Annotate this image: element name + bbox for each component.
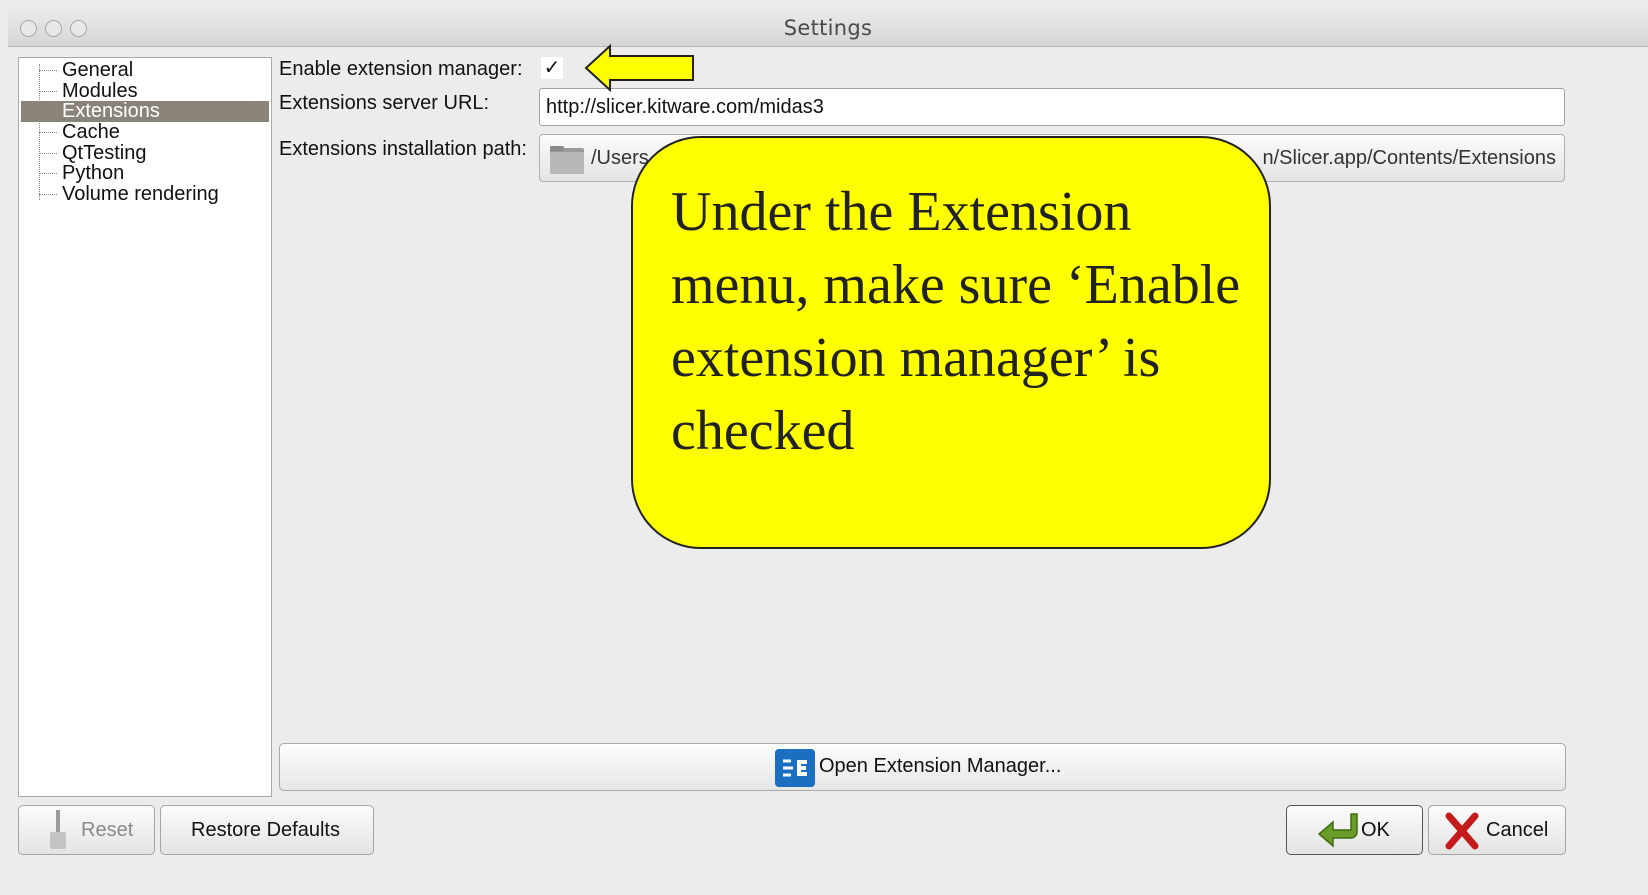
open-extension-manager-button[interactable]: Open Extension Manager... — [279, 743, 1566, 791]
enable-extension-manager-label: Enable extension manager: — [279, 58, 523, 80]
reset-button[interactable]: Reset — [18, 805, 155, 855]
sidebar-item-general[interactable]: General — [21, 60, 269, 81]
open-extension-manager-label: Open Extension Manager... — [819, 755, 1062, 777]
cancel-button[interactable]: Cancel — [1428, 805, 1566, 855]
brush-icon — [50, 810, 66, 849]
sidebar-item-python[interactable]: Python — [21, 163, 269, 184]
settings-window: Settings General Modules Extensions Cach… — [0, 0, 1648, 895]
extension-manager-icon — [775, 749, 815, 787]
restore-defaults-button[interactable]: Restore Defaults — [160, 805, 374, 855]
installation-path-start: /Users — [591, 147, 649, 169]
installation-path-end: n/Slicer.app/Contents/Extensions — [1262, 147, 1556, 169]
left-arrow-annotation-icon — [584, 44, 694, 92]
ok-button-label: OK — [1361, 819, 1390, 841]
instruction-callout: Under the Extension menu, make sure ‘Ena… — [631, 136, 1271, 549]
sidebar-item-label: General — [62, 59, 134, 81]
sidebar-item-label: QtTesting — [62, 142, 147, 164]
folder-icon — [550, 146, 584, 174]
ok-button[interactable]: OK — [1286, 805, 1423, 855]
sidebar-item-label: Extensions — [62, 100, 160, 122]
restore-defaults-label: Restore Defaults — [191, 819, 340, 841]
window-title: Settings — [783, 16, 873, 40]
sidebar-item-label: Volume rendering — [62, 183, 219, 205]
sidebar-item-label: Cache — [62, 121, 120, 143]
sidebar-item-volume-rendering[interactable]: Volume rendering — [21, 184, 269, 205]
sidebar-item-cache[interactable]: Cache — [21, 122, 269, 143]
sidebar-item-qttesting[interactable]: QtTesting — [21, 143, 269, 164]
callout-text: Under the Extension menu, make sure ‘Ena… — [671, 181, 1241, 462]
sidebar-item-label: Python — [62, 162, 125, 184]
enable-extension-manager-checkbox[interactable]: ✓ — [541, 57, 563, 79]
settings-category-tree: General Modules Extensions Cache QtTesti… — [18, 57, 272, 797]
extensions-installation-path-label: Extensions installation path: — [279, 138, 527, 160]
sidebar-item-extensions[interactable]: Extensions — [21, 101, 269, 122]
sidebar-item-modules[interactable]: Modules — [21, 81, 269, 102]
extensions-server-url-label: Extensions server URL: — [279, 92, 490, 114]
title-bar: Settings — [8, 8, 1648, 47]
extensions-server-url-input[interactable] — [539, 88, 1565, 126]
red-x-icon — [1445, 812, 1479, 850]
sidebar-item-label: Modules — [62, 80, 138, 102]
reset-button-label: Reset — [81, 819, 134, 841]
cancel-button-label: Cancel — [1486, 819, 1549, 841]
return-arrow-icon — [1317, 813, 1358, 848]
